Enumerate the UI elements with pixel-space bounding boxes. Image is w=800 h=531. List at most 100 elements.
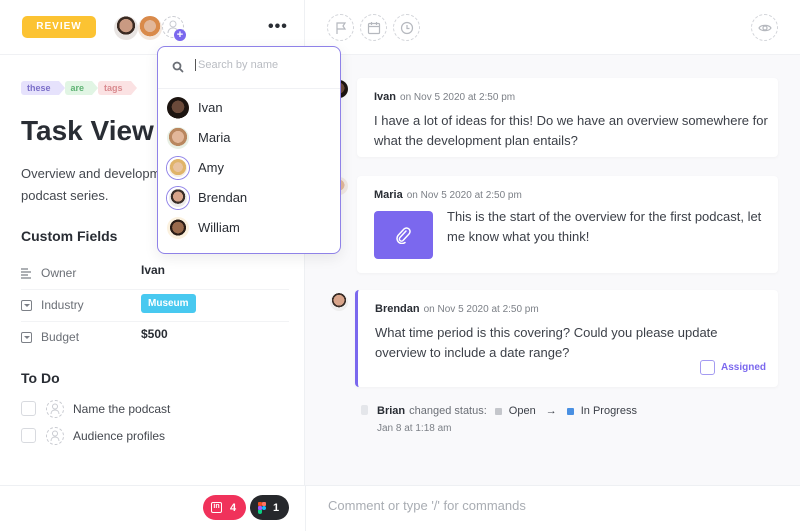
avatar-selected [167, 187, 189, 209]
task-title[interactable]: Task View [21, 115, 154, 147]
status-color-in-progress [566, 407, 574, 415]
todo-checkbox[interactable] [21, 428, 36, 443]
bottom-bar: in 4 1 [0, 485, 800, 531]
comment-input[interactable] [328, 498, 768, 513]
user-icon [50, 403, 60, 415]
time-tracking-button[interactable] [393, 14, 420, 41]
tag[interactable]: are [64, 81, 98, 95]
comment-time: on Nov 5 2020 at 2:50 pm [423, 304, 539, 315]
comment-author[interactable]: Brendan [375, 303, 420, 315]
comment-author[interactable]: Ivan [374, 91, 396, 103]
activity-time: Jan 8 at 1:18 am [377, 423, 452, 434]
figma-count: 1 [273, 501, 280, 514]
comment-header: Ivan on Nov 5 2020 at 2:50 pm [374, 91, 515, 103]
person-name: Ivan [198, 100, 223, 115]
dropdown-search [158, 47, 340, 89]
attachment-thumbnail[interactable] [374, 211, 433, 259]
watchers-button[interactable] [751, 14, 778, 41]
search-icon [172, 61, 184, 73]
activity-status-change: Brian changed status: Open → In Progress [377, 405, 637, 417]
tag[interactable]: these [21, 81, 64, 95]
custom-field-owner[interactable]: Owner Ivan [21, 258, 289, 290]
field-label: Budget [41, 330, 80, 344]
comment-card: Brendan on Nov 5 2020 at 2:50 pm What tim… [355, 290, 778, 387]
invision-attachments-button[interactable]: in 4 [203, 495, 247, 520]
tag-list: these are tags [21, 81, 136, 95]
plus-icon[interactable]: + [174, 29, 186, 41]
comment-time: on Nov 5 2020 at 2:50 pm [406, 190, 522, 201]
figma-attachments-button[interactable]: 1 [250, 495, 290, 520]
more-options-button[interactable]: ••• [268, 18, 288, 36]
priority-button[interactable] [327, 14, 354, 41]
flag-icon [336, 22, 347, 34]
status-from: Open [508, 405, 536, 417]
person-name: Amy [198, 160, 224, 175]
avatar [167, 127, 189, 149]
dropdown-icon [21, 332, 32, 343]
search-by-name-input[interactable] [195, 59, 325, 71]
comment-header: Maria on Nov 5 2020 at 2:50 pm [374, 189, 522, 201]
dropdown-icon [21, 300, 32, 311]
todo-text[interactable]: Name the podcast [73, 402, 170, 416]
field-label: Owner [41, 266, 77, 280]
assign-user-button[interactable] [46, 427, 64, 445]
comment-text: I have a lot of ideas for this! Do we ha… [374, 113, 768, 148]
assignee-dropdown: Ivan Maria Amy Brendan William [157, 46, 341, 254]
assigned-checkbox[interactable] [699, 360, 715, 375]
due-date-button[interactable] [360, 14, 387, 41]
assigned-label: Assigned [720, 362, 766, 373]
assignee-avatar-maria[interactable] [138, 16, 162, 40]
activity-toolbar [305, 0, 800, 55]
paperclip-icon [396, 227, 411, 244]
figma-icon [258, 501, 266, 514]
tag[interactable]: tags [98, 81, 136, 95]
clock-icon [400, 21, 414, 35]
dropdown-person-william[interactable]: William [158, 213, 340, 243]
dropdown-person-ivan[interactable]: Ivan [158, 93, 340, 123]
invision-count: 4 [230, 501, 237, 514]
comment-text: This is the start of the overview for th… [447, 209, 762, 244]
arrow-right-icon: → [545, 405, 557, 417]
custom-field-budget[interactable]: Budget $500 [21, 322, 289, 354]
person-name: William [198, 220, 240, 235]
todo-text[interactable]: Audience profiles [73, 429, 165, 443]
user-icon [50, 430, 60, 442]
field-value[interactable]: Ivan [141, 263, 165, 277]
activity-icon [361, 405, 368, 415]
comment-avatar [330, 293, 348, 311]
person-name: Brendan [198, 190, 248, 205]
custom-field-industry[interactable]: Industry Museum [21, 290, 289, 322]
assignee-avatar-ivan[interactable] [114, 16, 138, 40]
field-label: Industry [41, 298, 84, 312]
activity-user: Brian [377, 405, 406, 417]
avatar-selected [167, 157, 189, 179]
comment-card: Ivan on Nov 5 2020 at 2:50 pm I have a lo… [357, 78, 778, 157]
status-to: In Progress [580, 405, 637, 417]
comment-card: Maria on Nov 5 2020 at 2:50 pm This is th… [357, 176, 778, 273]
industry-badge[interactable]: Museum [141, 294, 196, 313]
todo-checkbox[interactable] [21, 401, 36, 416]
status-color-open [494, 407, 502, 415]
eye-icon [758, 24, 772, 32]
dropdown-person-brendan[interactable]: Brendan [158, 183, 340, 213]
assign-user-button[interactable] [46, 400, 64, 418]
todo-heading: To Do [21, 370, 60, 386]
divider [305, 486, 306, 531]
avatar [167, 217, 189, 239]
comment-author[interactable]: Maria [374, 189, 403, 201]
custom-fields-heading: Custom Fields [21, 228, 118, 244]
status-button[interactable]: REVIEW [22, 16, 96, 38]
person-name: Maria [198, 130, 231, 145]
comment-header: Brendan on Nov 5 2020 at 2:50 pm [375, 303, 539, 315]
field-value[interactable]: $500 [141, 327, 168, 341]
dropdown-person-amy[interactable]: Amy [158, 153, 340, 183]
text-lines-icon [21, 268, 31, 279]
activity-action: changed status: [409, 405, 487, 417]
activity-panel: Ivan on Nov 5 2020 at 2:50 pm I have a lo… [305, 0, 800, 485]
avatar [167, 97, 189, 119]
assigned-toggle[interactable]: Assigned [699, 360, 766, 375]
invision-icon: in [211, 502, 222, 513]
comment-time: on Nov 5 2020 at 2:50 pm [400, 92, 516, 103]
dropdown-person-maria[interactable]: Maria [158, 123, 340, 153]
comment-text: What time period is this covering? Could… [375, 325, 718, 360]
